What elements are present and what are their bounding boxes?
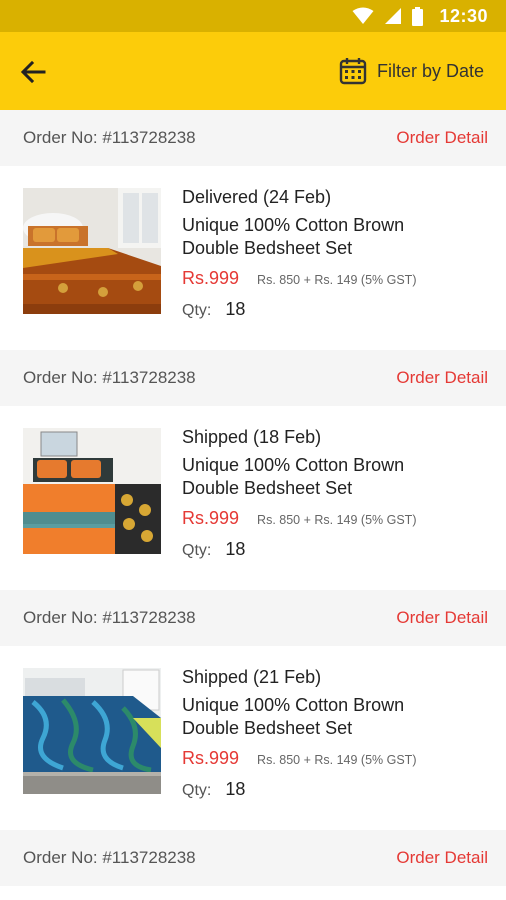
- status-time: 12:30: [439, 5, 488, 26]
- order-item[interactable]: Shipped (18 Feb) Unique 100% Cotton Brow…: [0, 406, 506, 590]
- order-header: Order No: #113728238 Order Detail: [0, 590, 506, 646]
- arrow-left-icon: [20, 60, 46, 84]
- price-row: Rs.999 Rs. 850 + Rs. 149 (5% GST): [182, 508, 496, 529]
- back-button[interactable]: [18, 57, 48, 87]
- order-info: Delivered (24 Feb) Unique 100% Cotton Br…: [182, 186, 496, 320]
- status-bar: 12:30: [0, 0, 506, 32]
- order-number: Order No: #113728238: [23, 128, 196, 147]
- delivery-status: Delivered (24 Feb): [182, 187, 332, 207]
- quantity-value: 18: [225, 779, 246, 799]
- product-image: [23, 668, 161, 794]
- quantity-row: Qty: 18: [182, 779, 496, 800]
- quantity-label: Qty:: [182, 782, 212, 799]
- order-number: Order No: #113728238: [23, 608, 196, 627]
- filter-by-date-label: Filter by Date: [376, 60, 484, 81]
- order-item[interactable]: Delivered (24 Feb) Unique 100% Cotton Br…: [0, 166, 506, 350]
- quantity-label: Qty:: [182, 542, 212, 559]
- order-list: Order No: #113728238 Order Detail Delive…: [0, 110, 506, 886]
- order-item[interactable]: Shipped (21 Feb) Unique 100% Cotton Brow…: [0, 646, 506, 830]
- order-header: Order No: #113728238 Order Detail: [0, 350, 506, 406]
- quantity-value: 18: [225, 299, 246, 319]
- order-header: Order No: #113728238 Order Detail: [0, 830, 506, 886]
- order-number: Order No: #113728238: [23, 368, 196, 387]
- order-number: Order No: #113728238: [23, 848, 196, 867]
- wifi-icon: [352, 7, 374, 24]
- battery-icon: [412, 6, 424, 26]
- order-detail-link[interactable]: Order Detail: [396, 848, 488, 868]
- order-detail-link[interactable]: Order Detail: [396, 368, 488, 388]
- order-info: Shipped (18 Feb) Unique 100% Cotton Brow…: [182, 426, 496, 560]
- product-title: Unique 100% Cotton Brown Double Bedsheet…: [182, 455, 405, 498]
- filter-by-date-button[interactable]: Filter by Date: [339, 54, 484, 88]
- calendar-icon: [339, 58, 367, 85]
- product-image: [23, 428, 161, 554]
- signal-icon: [385, 8, 402, 24]
- order-header: Order No: #113728238 Order Detail: [0, 110, 506, 166]
- delivery-status: Shipped (18 Feb): [182, 427, 322, 447]
- quantity-value: 18: [225, 539, 246, 559]
- status-icons: 12:30: [352, 6, 488, 27]
- product-price: Rs.999: [182, 268, 240, 288]
- product-price: Rs.999: [182, 748, 240, 768]
- order-detail-link[interactable]: Order Detail: [396, 128, 488, 148]
- order-info: Shipped (21 Feb) Unique 100% Cotton Brow…: [182, 666, 496, 800]
- delivery-status: Shipped (21 Feb): [182, 667, 322, 687]
- product-title: Unique 100% Cotton Brown Double Bedsheet…: [182, 215, 405, 258]
- price-breakup: Rs. 850 + Rs. 149 (5% GST): [257, 753, 417, 767]
- order-detail-link[interactable]: Order Detail: [396, 608, 488, 628]
- price-row: Rs.999 Rs. 850 + Rs. 149 (5% GST): [182, 268, 496, 289]
- quantity-label: Qty:: [182, 302, 212, 319]
- quantity-row: Qty: 18: [182, 539, 496, 560]
- product-price: Rs.999: [182, 508, 240, 528]
- app-bar: Filter by Date: [0, 32, 506, 110]
- price-breakup: Rs. 850 + Rs. 149 (5% GST): [257, 273, 417, 287]
- quantity-row: Qty: 18: [182, 299, 496, 320]
- price-row: Rs.999 Rs. 850 + Rs. 149 (5% GST): [182, 748, 496, 769]
- price-breakup: Rs. 850 + Rs. 149 (5% GST): [257, 513, 417, 527]
- product-image: [23, 188, 161, 314]
- product-title: Unique 100% Cotton Brown Double Bedsheet…: [182, 695, 405, 738]
